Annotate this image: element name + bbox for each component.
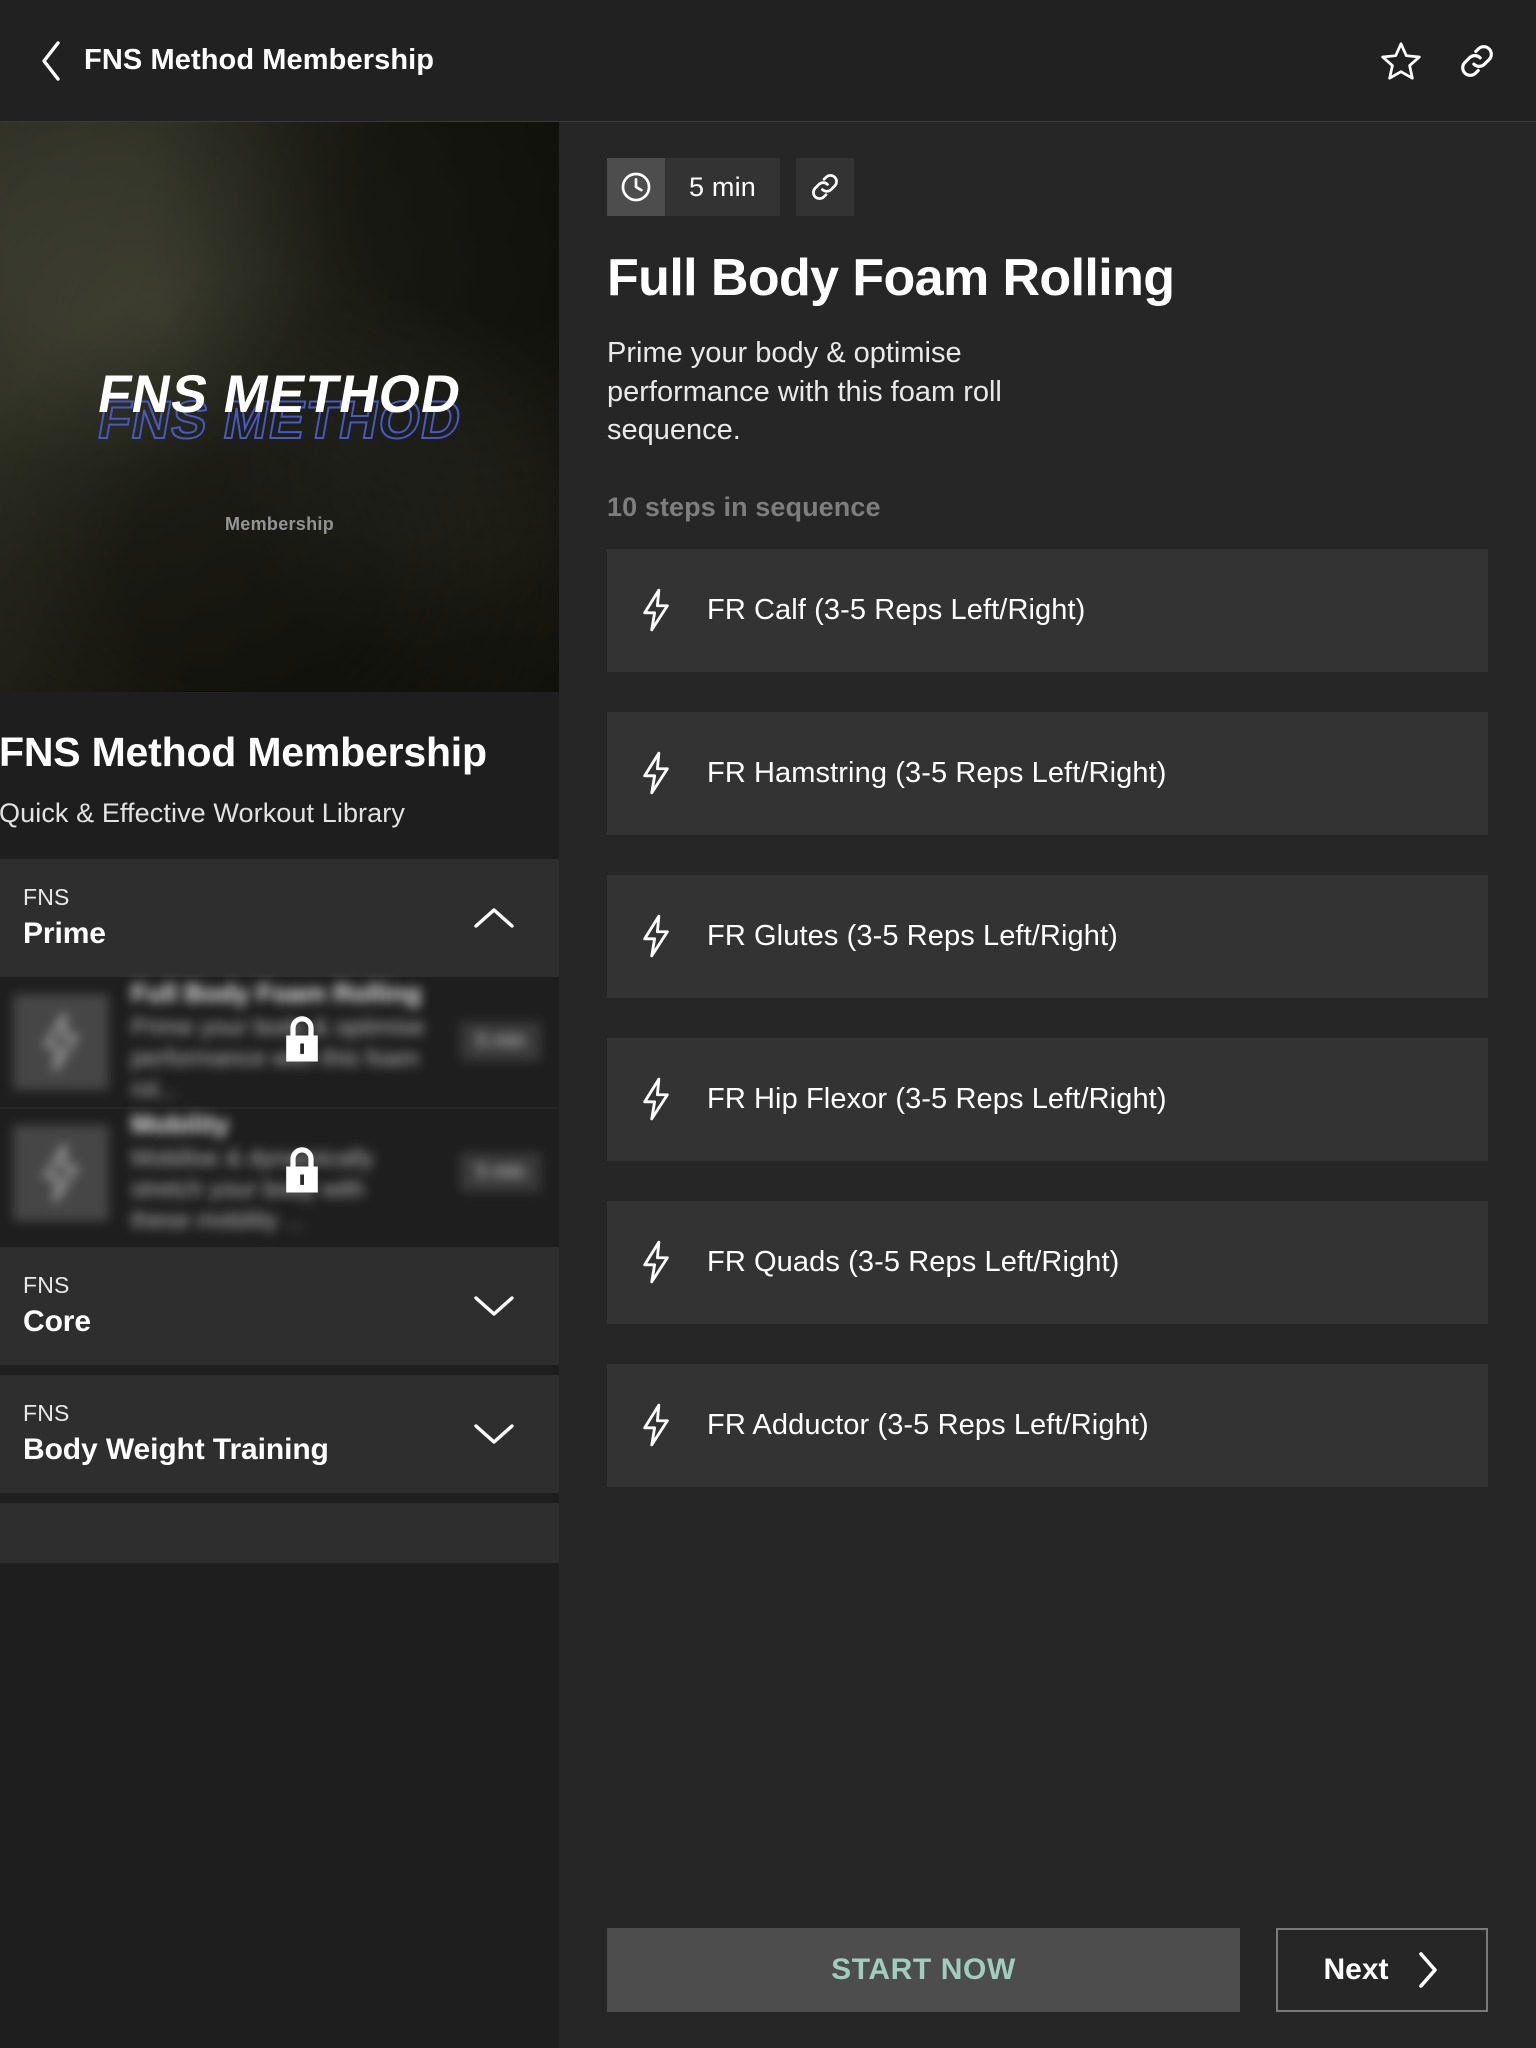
table-row[interactable]: FR Calf (3-5 Reps Left/Right)	[607, 548, 1488, 672]
bolt-glyph	[643, 1078, 669, 1121]
prime-workout-list: Full Body Foam Rolling Prime your body &…	[0, 976, 559, 1237]
chevron-down-icon[interactable]	[471, 1283, 517, 1329]
page-title: FNS Method Membership	[84, 44, 435, 76]
bolt-glyph	[643, 1404, 669, 1447]
duration-label: 5 min	[665, 158, 781, 216]
lock-icon	[279, 1011, 325, 1072]
bolt-glyph	[643, 1241, 669, 1284]
bolt-icon	[637, 1077, 675, 1121]
steps-count-label: 10 steps in sequence	[607, 491, 881, 522]
accordion-name: Body Weight Training	[23, 1433, 329, 1467]
program-subtitle: Quick & Effective Workout Library	[0, 797, 405, 828]
accordion-eyebrow: FNS	[23, 1272, 70, 1299]
back-button[interactable]	[30, 35, 72, 87]
bolt-icon	[637, 1403, 675, 1447]
bolt-icon	[43, 1013, 79, 1071]
program-sections-accordion: FNS Prime Full Body Foam Rolling Prime y…	[0, 858, 559, 1563]
workout-duration: 5 min	[460, 1153, 541, 1193]
program-title: FNS Method Membership	[0, 729, 487, 775]
workout-thumbnail	[13, 1124, 109, 1221]
top-app-bar: FNS Method Membership	[0, 0, 1536, 122]
content-area: FNS METHOD FNS METHOD Membership FNS Met…	[0, 122, 1536, 2048]
cover-logo: FNS METHOD FNS METHOD Membership	[0, 364, 559, 535]
accordion-header-core[interactable]: FNS Core	[0, 1246, 559, 1365]
clock-glyph	[621, 172, 651, 202]
action-bar: START NOW Next	[607, 1902, 1488, 2048]
chevron-down-glyph	[474, 1296, 514, 1316]
link-icon	[1461, 44, 1493, 77]
logo-main-text: FNS METHOD	[93, 365, 466, 424]
accordion-label-group: FNS Body Weight Training	[23, 1400, 329, 1467]
workout-title: Full Body Foam Rolling	[131, 978, 422, 1009]
step-name: FR Glutes (3-5 Reps Left/Right)	[707, 919, 1118, 952]
workout-duration: 5 min	[460, 1022, 541, 1062]
accordion-section-prime: FNS Prime Full Body Foam Rolling Prime y…	[0, 858, 559, 1237]
start-now-button[interactable]: START NOW	[607, 1928, 1240, 2012]
table-row[interactable]: FR Hamstring (3-5 Reps Left/Right)	[607, 711, 1488, 835]
table-row[interactable]: FR Adductor (3-5 Reps Left/Right)	[607, 1363, 1488, 1487]
bolt-icon	[43, 1144, 79, 1202]
link-icon	[812, 174, 838, 200]
list-item[interactable]: Mobility Mobilise & dynamically stretch …	[0, 1106, 559, 1237]
workout-description: Prime your body & optimise performance w…	[607, 337, 1002, 447]
bolt-icon	[637, 588, 675, 632]
bolt-glyph	[643, 589, 669, 632]
step-name: FR Hamstring (3-5 Reps Left/Right)	[707, 756, 1167, 789]
step-name: FR Calf (3-5 Reps Left/Right)	[707, 593, 1086, 626]
step-name: FR Quads (3-5 Reps Left/Right)	[707, 1245, 1120, 1278]
accordion-name: Core	[23, 1305, 91, 1339]
accordion-header-partial[interactable]	[0, 1502, 559, 1563]
workout-title: Mobility	[131, 1109, 230, 1140]
steps-list: FR Calf (3-5 Reps Left/Right) FR Hamstri…	[607, 548, 1488, 1902]
table-row[interactable]: FR Glutes (3-5 Reps Left/Right)	[607, 874, 1488, 998]
workout-link-button[interactable]	[796, 158, 855, 216]
bolt-glyph	[643, 752, 669, 795]
bolt-icon	[637, 751, 675, 795]
next-button-label: Next	[1323, 1953, 1389, 1986]
clock-icon	[607, 158, 665, 216]
bolt-icon	[637, 914, 675, 958]
accordion-header-body-weight-training[interactable]: FNS Body Weight Training	[0, 1374, 559, 1493]
step-name: FR Hip Flexor (3-5 Reps Left/Right)	[707, 1082, 1167, 1115]
next-button[interactable]: Next	[1276, 1928, 1488, 2012]
program-sidebar: FNS METHOD FNS METHOD Membership FNS Met…	[0, 122, 559, 2048]
workout-badges: 5 min	[607, 158, 1488, 216]
workout-thumbnail	[13, 993, 109, 1090]
logo-stack: FNS METHOD FNS METHOD	[0, 364, 559, 456]
lock-icon	[279, 1142, 325, 1203]
step-name: FR Adductor (3-5 Reps Left/Right)	[707, 1408, 1149, 1441]
chevron-down-icon[interactable]	[471, 1411, 517, 1457]
topbar-actions	[1376, 36, 1502, 86]
chevron-up-glyph	[474, 908, 514, 928]
accordion-header-prime[interactable]: FNS Prime	[0, 858, 559, 977]
program-meta: FNS Method Membership Quick & Effective …	[0, 692, 559, 859]
lock-glyph	[286, 1016, 318, 1062]
table-row[interactable]: FR Quads (3-5 Reps Left/Right)	[607, 1200, 1488, 1324]
bolt-icon	[637, 1240, 675, 1284]
accordion-eyebrow: FNS	[23, 884, 70, 911]
chevron-right-icon	[1418, 1952, 1437, 1988]
list-item[interactable]: Full Body Foam Rolling Prime your body &…	[0, 977, 559, 1107]
share-link-button[interactable]	[1452, 36, 1502, 86]
logo-subtitle: Membership	[224, 514, 335, 534]
accordion-name: Prime	[23, 917, 106, 951]
program-cover-image: FNS METHOD FNS METHOD Membership	[0, 122, 559, 692]
bolt-glyph	[643, 915, 669, 958]
workout-detail-screen: FNS Method Membership FNS METHOD FNS MET…	[0, 0, 1536, 2048]
accordion-label-group: FNS Core	[23, 1272, 91, 1339]
lock-glyph	[286, 1147, 318, 1193]
chevron-up-icon[interactable]	[471, 895, 517, 941]
accordion-label-group: FNS Prime	[23, 884, 106, 951]
table-row[interactable]: FR Hip Flexor (3-5 Reps Left/Right)	[607, 1037, 1488, 1161]
star-outline-icon	[1381, 41, 1421, 80]
favorite-button[interactable]	[1376, 36, 1426, 86]
duration-badge: 5 min	[607, 158, 781, 216]
chevron-left-icon	[42, 40, 60, 81]
chevron-down-glyph	[474, 1424, 514, 1444]
accordion-eyebrow: FNS	[23, 1400, 70, 1427]
workout-title: Full Body Foam Rolling	[607, 249, 1175, 307]
workout-detail-panel: 5 min Full Body Foam Rolling Prime your …	[559, 122, 1536, 2048]
